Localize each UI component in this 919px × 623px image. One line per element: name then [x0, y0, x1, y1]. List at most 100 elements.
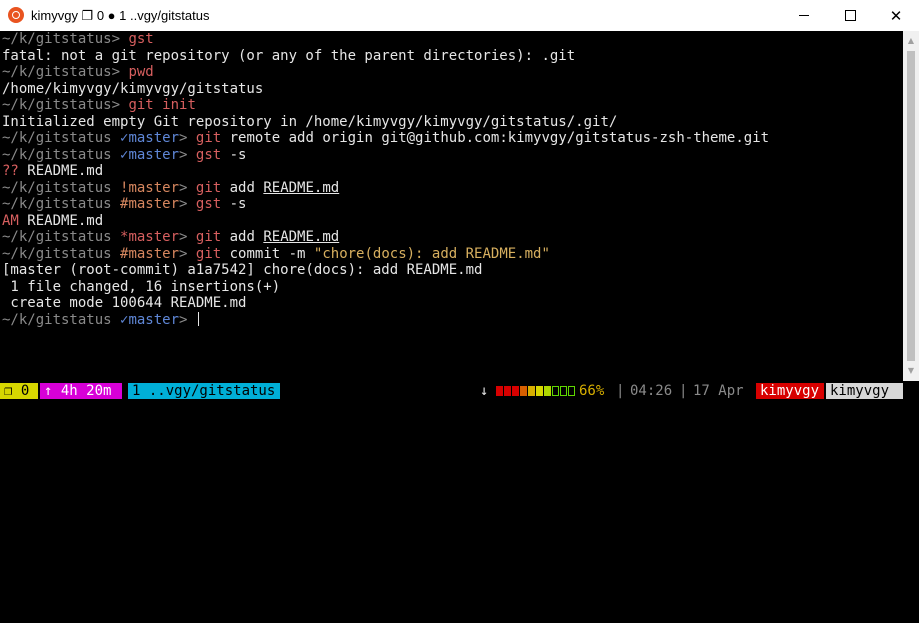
terminal-line: create mode 100644 README.md — [2, 295, 900, 312]
battery-percent: 66% — [579, 383, 605, 399]
window-title: kimyvgy ❐ 0 ● 1 ..vgy/gitstatus — [31, 8, 210, 23]
file-name: README.md — [18, 163, 104, 179]
tmux-uptime-badge: ↑ 4h 20m — [40, 383, 122, 399]
command-string-arg: "chore(docs): add README.md" — [313, 245, 550, 262]
terminal-line: ~/k/gitstatus> git init — [2, 97, 900, 114]
output-text: fatal: not a git repository (or any of t… — [2, 47, 576, 64]
output-text: /home/kimyvgy/kimyvgy/gitstatus — [2, 80, 264, 97]
command-args: add — [221, 229, 264, 245]
clock-date: 17 Apr — [693, 383, 744, 399]
terminal-line: ~/k/gitstatus ✓master> gst -s — [2, 147, 900, 164]
prompt-path: ~/k/gitstatus — [2, 130, 121, 146]
command-name: git — [195, 245, 222, 262]
branch-name: master — [128, 311, 180, 328]
tmux-window-tab[interactable]: 1 ..vgy/gitstatus — [128, 383, 280, 399]
text-cursor — [197, 311, 199, 326]
output-text: Initialized empty Git repository in /hom… — [2, 113, 618, 130]
command-args: add — [221, 179, 264, 196]
minimize-icon — [799, 15, 809, 16]
command-name: git — [195, 229, 222, 245]
clock-time: 04:26 — [630, 383, 673, 399]
terminal-window: kimyvgy ❐ 0 ● 1 ..vgy/gitstatus ✕ ~/k/gi… — [0, 0, 919, 401]
terminal-output[interactable]: ~/k/gitstatus> gst fatal: not a git repos… — [2, 31, 900, 381]
command-args: -s — [221, 146, 247, 163]
command-args: -s — [221, 196, 247, 212]
command-name: git — [195, 179, 222, 196]
battery-cell — [504, 386, 511, 396]
download-arrow-icon: ↓ — [480, 383, 489, 399]
terminal-line: Initialized empty Git repository in /hom… — [2, 114, 900, 131]
command-name: git — [195, 130, 222, 146]
branch-name: master — [128, 130, 180, 146]
prompt-symbol: > — [111, 64, 129, 80]
command-name: git init — [128, 97, 196, 113]
prompt-symbol: > — [179, 229, 196, 245]
branch-name: master — [128, 229, 180, 245]
prompt-symbol: > — [111, 31, 129, 47]
git-status-code: AM — [2, 212, 19, 229]
terminal-line: ~/k/gitstatus #master> gst -s — [2, 196, 900, 213]
branch-name: master — [128, 245, 180, 262]
prompt-path: ~/k/gitstatus — [2, 229, 121, 245]
prompt-symbol: > — [179, 130, 196, 146]
output-text: 1 file changed, 16 insertions(+) — [2, 278, 281, 295]
scroll-up-icon[interactable]: ▲ — [903, 33, 919, 49]
tmux-user-badge: kimyvgy — [756, 383, 824, 399]
battery-cell — [528, 386, 535, 396]
prompt-path: ~/k/gitstatus — [2, 146, 121, 163]
prompt-symbol: > — [111, 97, 129, 113]
battery-cell — [568, 386, 575, 396]
battery-cell — [496, 386, 503, 396]
terminal-line: ~/k/gitstatus> pwd — [2, 64, 900, 81]
command-name: pwd — [128, 64, 154, 80]
terminal-line: /home/kimyvgy/kimyvgy/gitstatus — [2, 81, 900, 98]
terminal-line: ~/k/gitstatus> gst — [2, 31, 900, 48]
terminal-line: AM README.md — [2, 213, 900, 230]
terminal-line: ?? README.md — [2, 163, 900, 180]
maximize-button[interactable] — [827, 0, 873, 31]
minimize-button[interactable] — [781, 0, 827, 31]
command-name: gst — [128, 31, 154, 47]
prompt-path: ~/k/gitstatus — [2, 179, 121, 196]
prompt-path: ~/k/gitstatus — [2, 64, 112, 80]
prompt-path: ~/k/gitstatus — [2, 311, 121, 328]
file-name: README.md — [18, 212, 104, 229]
scrollbar-thumb[interactable] — [907, 51, 915, 361]
git-status-code: ?? — [2, 163, 19, 179]
close-button[interactable]: ✕ — [873, 0, 919, 31]
battery-cell — [536, 386, 543, 396]
command-args: commit -m — [221, 245, 314, 262]
tmux-session-badge: ❐ 0 — [0, 383, 38, 399]
close-icon: ✕ — [889, 6, 903, 25]
command-args: remote add origin git@github.com:kimyvgy… — [221, 130, 770, 146]
ubuntu-icon — [8, 7, 24, 23]
tmux-host-badge: kimyvgy — [826, 383, 903, 399]
command-name: gst — [195, 196, 222, 212]
prompt-symbol: > — [179, 245, 196, 262]
output-text: [master (root-commit) a1a7542] chore(doc… — [2, 262, 483, 278]
scroll-down-icon[interactable]: ▼ — [903, 363, 919, 379]
scrollbar[interactable]: ▲ ▼ — [903, 31, 919, 381]
battery-cell — [520, 386, 527, 396]
terminal-line: ~/k/gitstatus ✓master> git remote add or… — [2, 130, 900, 147]
battery-cell — [544, 386, 551, 396]
command-name: gst — [195, 146, 222, 163]
terminal-line: ~/k/gitstatus ✓master> — [2, 311, 900, 329]
prompt-path: ~/k/gitstatus — [2, 97, 112, 113]
terminal-line: 1 file changed, 16 insertions(+) — [2, 279, 900, 296]
terminal-line: ~/k/gitstatus #master> git commit -m "ch… — [2, 246, 900, 263]
prompt-path: ~/k/gitstatus — [2, 31, 112, 47]
prompt-symbol: > — [179, 196, 196, 212]
command-file-arg: README.md — [263, 229, 340, 245]
command-file-arg: README.md — [263, 179, 340, 196]
title-bar[interactable]: kimyvgy ❐ 0 ● 1 ..vgy/gitstatus ✕ — [0, 0, 919, 31]
battery-cell — [552, 386, 559, 396]
terminal-line: fatal: not a git repository (or any of t… — [2, 48, 900, 65]
branch-name: master — [128, 179, 180, 196]
prompt-symbol: > — [179, 146, 196, 163]
terminal-line: [master (root-commit) a1a7542] chore(doc… — [2, 262, 900, 279]
terminal-line: ~/k/gitstatus *master> git add README.md — [2, 229, 900, 246]
tmux-status-bar: ❐ 0 ↑ 4h 20m 1 ..vgy/gitstatus ↓ 66% | 0… — [0, 383, 903, 399]
terminal-line: ~/k/gitstatus !master> git add README.md — [2, 180, 900, 197]
battery-cell — [560, 386, 567, 396]
